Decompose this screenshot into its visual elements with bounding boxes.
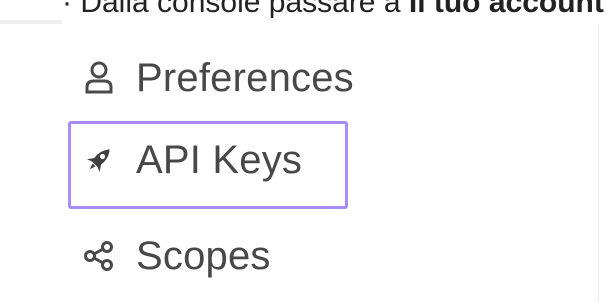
rocket-icon bbox=[82, 143, 116, 177]
menu-item-scopes[interactable]: Scopes bbox=[82, 227, 271, 285]
menu-item-label: Scopes bbox=[136, 233, 271, 278]
share-nodes-icon bbox=[82, 239, 116, 273]
menu-item-preferences[interactable]: Preferences bbox=[82, 49, 354, 107]
menu-item-api-keys[interactable]: API Keys bbox=[82, 131, 302, 189]
menu-item-label: Preferences bbox=[136, 55, 354, 100]
instruction-prefix: · Dalla console passare a bbox=[62, 0, 409, 19]
instruction-text: · Dalla console passare a Il tuo account bbox=[62, 0, 604, 20]
menu-item-label: API Keys bbox=[136, 137, 303, 182]
instruction-bold: Il tuo account bbox=[408, 0, 604, 19]
user-icon bbox=[82, 61, 116, 95]
